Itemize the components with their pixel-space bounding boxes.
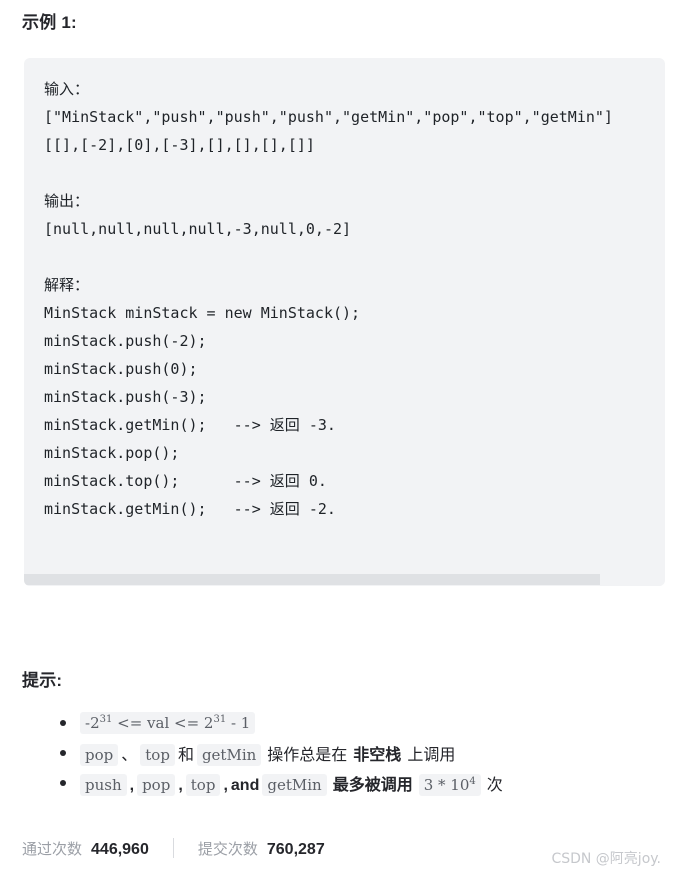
- accepted-stat: 通过次数 446,960: [22, 838, 149, 859]
- hint-separator: 、: [121, 744, 138, 764]
- code-line: minStack.push(0);: [44, 360, 198, 378]
- code-pop: pop: [80, 743, 119, 766]
- code-line: minStack.pop();: [44, 444, 180, 462]
- example-heading: 示例 1:: [22, 13, 77, 32]
- code-top: top: [140, 743, 175, 766]
- hint-item-constraint-range: -231 <= val <= 231 - 1: [0, 708, 675, 738]
- hint-conjunction: 和: [177, 744, 194, 764]
- hints-heading: 提示:: [22, 671, 63, 690]
- hint-text: push , pop , top , and getMin 最多被调用 3 * …: [80, 771, 503, 796]
- hint-separator: ,: [178, 776, 183, 794]
- hint-phrase-bold: 非空栈: [353, 744, 402, 764]
- code-block-scrollbar-thumb[interactable]: [24, 574, 600, 585]
- hint-item-call-count: push , pop , top , and getMin 最多被调用 3 * …: [0, 768, 675, 798]
- hint-phrase-end: 上调用: [407, 744, 456, 764]
- hints-list: -231 <= val <= 231 - 1 pop 、 top 和 getMi…: [0, 708, 675, 798]
- code-line: minStack.push(-3);: [44, 388, 207, 406]
- hint-and-word: and: [230, 776, 260, 794]
- example-code-text: 输入： ["MinStack","push","push","push","get…: [44, 75, 665, 523]
- hint-separator: ,: [129, 776, 135, 794]
- bullet-icon: [60, 750, 66, 756]
- bullet-icon: [60, 780, 66, 786]
- code-push: push: [80, 773, 127, 796]
- code-line: minStack.getMin(); --> 返回 -3.: [44, 416, 336, 434]
- hint-item-nonempty-stack: pop 、 top 和 getMin 操作总是在 非空栈 上调用: [0, 738, 675, 768]
- submissions-label: 提交次数: [197, 839, 258, 858]
- code-block-scrollbar-track[interactable]: [24, 573, 665, 586]
- hint-phrase-end: 次: [486, 774, 503, 794]
- code-line: 输入：: [44, 80, 90, 98]
- code-line: [[],[-2],[0],[-3],[],[],[],[]]: [44, 136, 315, 154]
- code-getmin: getMin: [196, 743, 262, 766]
- submissions-stat: 提交次数 760,287: [198, 838, 325, 859]
- code-top: top: [185, 773, 221, 796]
- example-code-block[interactable]: 输入： ["MinStack","push","push","push","get…: [24, 58, 665, 586]
- accepted-value: 446,960: [91, 840, 149, 858]
- code-line: 输出：: [44, 192, 90, 210]
- hint-text: pop 、 top 和 getMin 操作总是在 非空栈 上调用: [80, 741, 455, 766]
- code-line: [null,null,null,null,-3,null,0,-2]: [44, 220, 352, 238]
- code-line: minStack.push(-2);: [44, 332, 207, 350]
- hint-phrase-mid: 最多被调用: [332, 774, 413, 794]
- code-line: minStack.top(); --> 返回 0.: [44, 472, 327, 490]
- code-getmin: getMin: [262, 773, 327, 796]
- stats-divider: [172, 838, 174, 858]
- code-value-range: -231 <= val <= 231 - 1: [80, 712, 256, 734]
- hint-phrase-mid: 操作总是在: [267, 744, 348, 764]
- code-line: minStack.getMin(); --> 返回 -2.: [44, 500, 336, 518]
- code-line: 解释：: [44, 276, 90, 294]
- code-pop: pop: [137, 773, 176, 796]
- code-call-limit: 3 * 104: [418, 773, 481, 796]
- code-line: ["MinStack","push","push","push","getMin…: [44, 108, 613, 126]
- code-line: MinStack minStack = new MinStack();: [44, 304, 361, 322]
- hint-separator: ,: [223, 776, 228, 794]
- watermark: CSDN @阿亮joy.: [551, 851, 661, 867]
- submissions-value: 760,287: [266, 840, 325, 858]
- stats-footer: 通过次数 446,960 提交次数 760,287: [22, 836, 325, 860]
- hint-text: -231 <= val <= 231 - 1: [80, 712, 256, 734]
- bullet-icon: [60, 720, 66, 726]
- accepted-label: 通过次数: [22, 839, 83, 858]
